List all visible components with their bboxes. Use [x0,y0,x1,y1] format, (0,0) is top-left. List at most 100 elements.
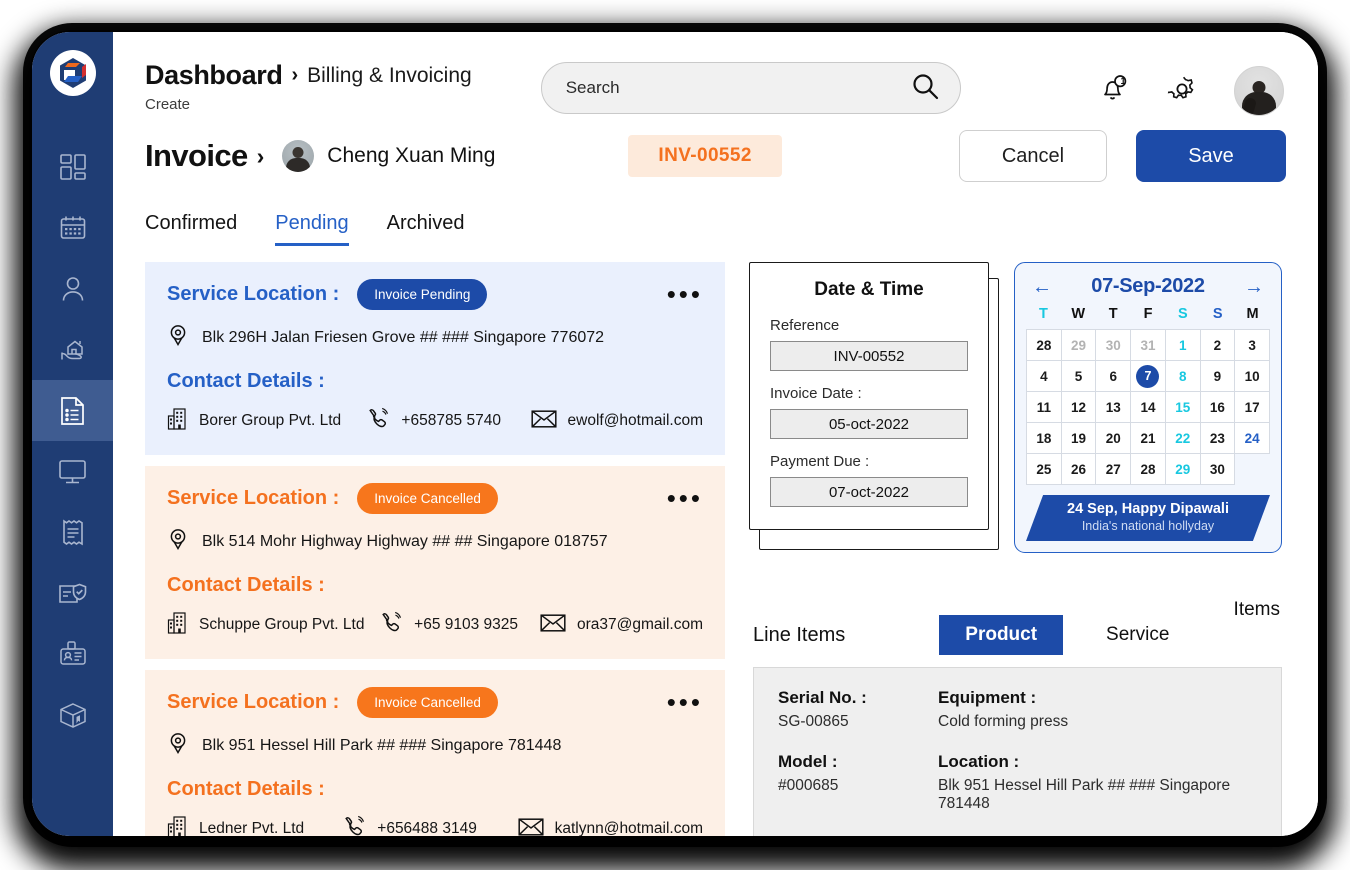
notification-badge: 1 [1120,76,1126,86]
sidebar-item-inventory[interactable] [32,685,113,746]
breadcrumb-create: Create [145,96,191,113]
calendar-day-cell[interactable]: 13 [1096,392,1132,423]
calendar-selected-day: 7 [1136,364,1160,388]
calendar-day-cell[interactable]: 21 [1131,423,1166,454]
customer-avatar [282,140,315,172]
top-icons: 1 [1097,66,1286,116]
envelope-icon [518,817,544,837]
calendar-day-cell[interactable]: 11 [1027,392,1062,423]
calendar-day-cell[interactable]: 15 [1165,392,1201,423]
calendar-day-cell[interactable]: 28 [1131,454,1166,485]
breadcrumb-billing[interactable]: Billing & Invoicing [307,64,472,88]
tab-service[interactable]: Service [1106,624,1169,646]
screenshot-root: Dashboard › Billing & Invoicing Create S… [0,0,1350,870]
tab-pending[interactable]: Pending [275,212,349,246]
calendar-day-cell[interactable]: 24 [1235,423,1270,454]
calendar-day-cell[interactable]: 14 [1131,392,1166,423]
arrow-right-icon[interactable]: → [1244,277,1264,297]
calendar-widget: ← 07-Sep-2022 → T W T F S S M 28 29 30 3… [1014,262,1282,553]
calendar-day-cell[interactable]: 27 [1096,454,1132,485]
calendar-day-cell[interactable]: 25 [1027,454,1062,485]
building-icon [167,407,188,435]
settings-button[interactable] [1166,73,1198,110]
calendar-day-cell[interactable]: 18 [1027,423,1062,454]
calendar-day-cell[interactable]: 16 [1200,392,1236,423]
status-tabs: Confirmed Pending Archived [113,182,1318,246]
holiday-title: 24 Sep, Happy Dipawali [1067,501,1229,517]
company-name: Schuppe Group Pvt. Ltd [199,616,365,633]
contact-details-label: Contact Details : [167,778,325,800]
calendar-day-cell[interactable]: 1 [1165,330,1201,361]
date-time-panel: Date & Time Reference INV-00552 Invoice … [749,262,999,550]
model-label: Model : [778,752,838,771]
calendar-day-cell[interactable]: 31 [1131,330,1166,361]
calendar-day-cell[interactable]: 7 [1131,361,1166,392]
breadcrumb: Dashboard › Billing & Invoicing Create [145,60,472,113]
sidebar-item-monitor[interactable] [32,441,113,502]
notifications-button[interactable]: 1 [1097,72,1130,110]
calendar-day-cell[interactable]: 17 [1235,392,1270,423]
reference-field[interactable]: INV-00552 [770,341,968,371]
breadcrumb-dashboard[interactable]: Dashboard [145,60,283,91]
calendar-day-cell[interactable]: 23 [1200,423,1236,454]
chevron-right-icon: › [256,142,265,169]
calendar-day-cell[interactable]: 4 [1027,361,1062,392]
card-shield-icon [58,581,88,607]
service-card[interactable]: Service Location : Invoice Pending ••• B… [145,262,725,455]
calendar-day-cell[interactable]: 29 [1165,454,1201,485]
phone-icon [343,815,366,836]
calendar-day-cell[interactable]: 3 [1235,330,1270,361]
user-avatar[interactable] [1234,66,1284,116]
sidebar-item-receipts[interactable] [32,502,113,563]
service-card[interactable]: Service Location : Invoice Cancelled ••• [145,670,725,836]
calendar-day-cell[interactable]: 8 [1165,361,1201,392]
line-item-details: Serial No. : Equipment : SG-00865 Cold f… [753,667,1282,836]
calendar-day-cell[interactable]: 20 [1096,423,1132,454]
search-box[interactable] [540,62,961,114]
sidebar-item-customers[interactable] [32,258,113,319]
invoice-date-field[interactable]: 05-oct-2022 [770,409,968,439]
tab-archived[interactable]: Archived [387,212,465,246]
tab-product[interactable]: Product [939,615,1064,655]
service-card[interactable]: Service Location : Invoice Cancelled ••• [145,466,725,659]
sidebar-item-warranty[interactable] [32,563,113,624]
more-options-icon[interactable]: ••• [667,281,703,308]
calendar-day-cell[interactable]: 30 [1096,330,1132,361]
sidebar-item-billing[interactable] [32,380,113,441]
app-window: Dashboard › Billing & Invoicing Create S… [32,32,1318,836]
more-options-icon[interactable]: ••• [667,485,703,512]
search-input[interactable] [565,78,910,98]
calendar-day-cell[interactable]: 22 [1165,423,1201,454]
invoice-number-badge: INV-00552 [628,135,782,177]
calendar-day-cell[interactable]: 5 [1061,361,1097,392]
arrow-left-icon[interactable]: ← [1032,277,1052,297]
building-icon [167,611,188,639]
calendar-icon [59,214,87,242]
location-pin-icon [167,323,189,352]
phone-icon [367,407,390,435]
calendar-day-cell[interactable]: 19 [1061,423,1097,454]
calendar-day-cell[interactable]: 28 [1027,330,1062,361]
sidebar-item-id-cards[interactable] [32,624,113,685]
sidebar-item-properties[interactable] [32,319,113,380]
calendar-day-cell[interactable]: 30 [1200,454,1236,485]
calendar-day-cell[interactable]: 10 [1235,361,1270,392]
weekday-label: W [1071,306,1086,322]
cancel-button[interactable]: Cancel [959,130,1107,182]
search-container [540,62,961,114]
calendar-day-cell[interactable]: 29 [1061,330,1097,361]
payment-due-field[interactable]: 07-oct-2022 [770,477,968,507]
app-logo[interactable] [49,50,96,96]
tab-confirmed[interactable]: Confirmed [145,212,237,246]
calendar-day-cell[interactable]: 9 [1200,361,1236,392]
invoice-title-row: Invoice › Cheng Xuan Ming INV-00552 Canc… [113,116,1318,182]
search-icon[interactable] [910,71,940,106]
save-button[interactable]: Save [1136,130,1286,182]
sidebar-item-dashboard[interactable] [32,136,113,197]
calendar-day-cell[interactable]: 26 [1061,454,1097,485]
calendar-day-cell[interactable]: 6 [1096,361,1132,392]
sidebar-item-calendar[interactable] [32,197,113,258]
calendar-day-cell[interactable]: 12 [1061,392,1097,423]
more-options-icon[interactable]: ••• [667,689,703,716]
calendar-day-cell[interactable]: 2 [1200,330,1236,361]
